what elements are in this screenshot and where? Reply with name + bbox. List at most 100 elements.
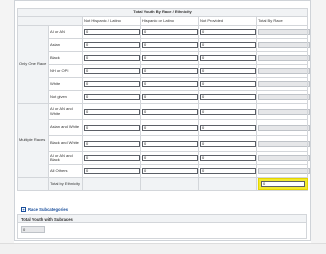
table-row: All Others 0 0 0: [18, 164, 310, 178]
count-input[interactable]: 0: [84, 124, 140, 131]
count-input[interactable]: 0: [142, 55, 198, 61]
count-input[interactable]: 0: [84, 155, 140, 161]
count-input[interactable]: 0: [200, 94, 256, 100]
race-total-field: [258, 124, 310, 131]
count-input[interactable]: 0: [84, 81, 140, 87]
table-row: Not given 0 0 0: [18, 90, 310, 104]
count-input[interactable]: 0: [142, 42, 198, 48]
count-cell: 0: [198, 77, 257, 91]
count-cell: [255, 135, 310, 152]
count-input[interactable]: 0: [84, 42, 140, 48]
count-input[interactable]: 0: [200, 68, 256, 74]
count-input[interactable]: 0: [142, 140, 198, 147]
count-input[interactable]: 0: [200, 168, 256, 174]
table-row: AI or AN and Black 0 0 0: [18, 151, 310, 165]
total-cell: 0: [255, 177, 309, 191]
count-cell: [255, 103, 310, 120]
count-input[interactable]: 0: [200, 155, 256, 161]
column-header: Not Provided: [198, 16, 257, 26]
race-total-field: [258, 155, 310, 161]
count-input[interactable]: 0: [200, 108, 256, 115]
count-input[interactable]: 0: [142, 94, 198, 100]
table-row: Black 0 0 0: [18, 51, 310, 65]
count-input[interactable]: 0: [84, 68, 140, 74]
grand-total-field[interactable]: 0: [261, 181, 305, 187]
count-cell: 0: [140, 38, 199, 52]
race-row-label: Black and White: [48, 135, 83, 152]
subrace-panel-title: Total Youth with Subraces: [18, 215, 306, 223]
right-edge: [311, 0, 326, 254]
count-input[interactable]: 0: [142, 68, 198, 74]
table-row: Only One Race AI or AN 0 0 0: [17, 25, 310, 104]
count-cell: 0: [140, 135, 199, 152]
count-cell: 0: [198, 38, 257, 52]
count-cell: 0: [140, 151, 199, 165]
subrace-total-field: 0: [21, 226, 45, 233]
count-cell: 0: [198, 103, 257, 120]
count-cell: 0: [198, 164, 257, 178]
count-input[interactable]: 0: [84, 108, 140, 115]
count-input[interactable]: 0: [84, 29, 140, 35]
count-input[interactable]: 0: [142, 29, 198, 35]
count-cell: [255, 90, 310, 104]
expand-icon: +: [21, 207, 26, 212]
count-input[interactable]: 0: [142, 168, 198, 174]
table-title: Total Youth By Race / Ethnicity: [16, 8, 309, 17]
count-input[interactable]: 0: [200, 124, 256, 131]
count-cell: 0: [198, 151, 257, 165]
count-input[interactable]: 0: [142, 108, 198, 115]
count-input[interactable]: 0: [200, 81, 256, 87]
left-edge: [0, 0, 14, 254]
count-input[interactable]: 0: [84, 140, 140, 147]
count-cell: 0: [140, 51, 199, 65]
count-input[interactable]: 0: [84, 168, 140, 174]
count-cell: [255, 164, 310, 178]
count-cell: 0: [198, 25, 257, 39]
count-cell: [255, 77, 310, 91]
total-row: Total by Ethnicity 0: [17, 177, 309, 191]
count-cell: 0: [82, 51, 141, 65]
table-row: Multiple Races AI or AN and White 0 0 0: [17, 103, 310, 178]
count-cell: 0: [198, 90, 257, 104]
count-cell: 0: [198, 135, 257, 152]
count-input[interactable]: 0: [142, 124, 198, 131]
race-row-label: White: [48, 77, 83, 91]
subrace-panel: Total Youth with Subraces 0: [17, 214, 307, 239]
total-cell: [140, 177, 199, 191]
count-cell: [255, 25, 310, 39]
total-row-spacer: [17, 177, 49, 191]
count-input[interactable]: 0: [84, 94, 140, 100]
count-input[interactable]: 0: [200, 55, 256, 61]
count-input[interactable]: 0: [200, 140, 256, 147]
count-input[interactable]: 0: [200, 29, 256, 35]
race-total-field: [258, 42, 310, 48]
race-subcategories-label[interactable]: Race Subcategories: [28, 207, 68, 212]
count-cell: [255, 151, 310, 165]
column-header: Not Hispanic / Latino: [82, 16, 141, 26]
race-group-label: Only One Race: [17, 25, 49, 104]
table-row: Asian and White 0 0 0: [18, 119, 310, 136]
total-cell: [82, 177, 141, 191]
count-cell: 0: [140, 64, 199, 78]
count-cell: 0: [82, 119, 141, 136]
table-row: White 0 0 0: [18, 77, 310, 91]
count-cell: 0: [198, 51, 257, 65]
highlight-box: 0: [258, 178, 308, 190]
count-cell: [255, 119, 310, 136]
count-input[interactable]: 0: [142, 81, 198, 87]
count-cell: 0: [82, 164, 141, 178]
race-total-field: [258, 108, 310, 115]
count-input[interactable]: 0: [142, 155, 198, 161]
race-row-label: Asian and White: [48, 119, 83, 136]
count-cell: 0: [140, 119, 199, 136]
count-input[interactable]: 0: [84, 55, 140, 61]
race-subcategories-link[interactable]: + Race Subcategories: [21, 207, 68, 212]
race-row-label: Asian: [48, 38, 83, 52]
count-cell: 0: [198, 119, 257, 136]
count-cell: [255, 38, 310, 52]
count-cell: 0: [82, 103, 141, 120]
count-input[interactable]: 0: [200, 42, 256, 48]
column-header: Total By Race: [255, 16, 309, 26]
race-row-label: All Others: [48, 164, 83, 178]
race-group-label: Multiple Races: [17, 103, 49, 178]
